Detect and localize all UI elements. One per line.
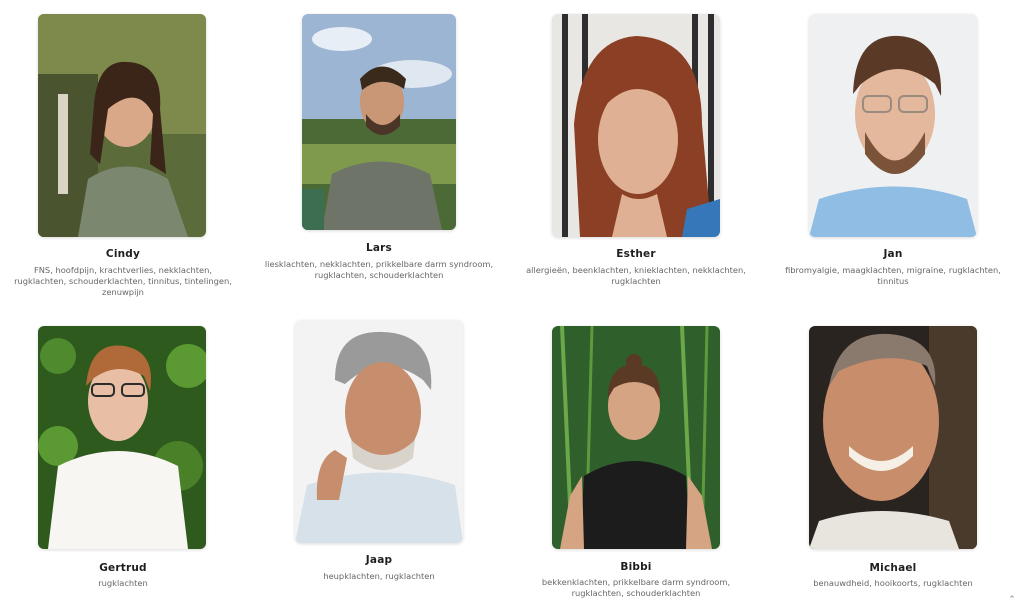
member-name: Bibbi	[620, 561, 652, 573]
portrait-photo[interactable]	[552, 326, 720, 549]
member-name: Gertrud	[99, 562, 147, 574]
portrait-photo[interactable]	[38, 326, 206, 549]
team-card-jaap[interactable]: Jaap heupklachten, rugklachten	[264, 320, 494, 596]
chevron-up-icon[interactable]: ⌃	[1006, 594, 1018, 606]
member-name: Esther	[616, 248, 656, 260]
member-complaints: liesklachten, nekklachten, prikkelbare d…	[264, 259, 494, 280]
member-name: Cindy	[105, 248, 141, 260]
portrait-photo[interactable]	[302, 14, 456, 230]
portrait-photo[interactable]	[552, 14, 720, 237]
team-card-gertrud[interactable]: Gertrud rugklachten	[8, 326, 238, 596]
team-card-bibbi[interactable]: Bibbi bekkenklachten, prikkelbare darm s…	[521, 326, 751, 606]
member-complaints: bekkenklachten, prikkelbare darm syndroo…	[541, 577, 731, 598]
portrait-photo[interactable]	[38, 14, 206, 237]
team-card-lars[interactable]: Lars liesklachten, nekklachten, prikkelb…	[264, 14, 494, 304]
team-card-cindy[interactable]: Cindy FNS, hoofdpijn, krachtverlies, nek…	[8, 14, 238, 304]
member-complaints: heupklachten, rugklachten	[323, 571, 435, 581]
member-complaints: fibromyalgie, maagklachten, migraine, ru…	[785, 265, 1001, 286]
portrait-photo[interactable]	[809, 14, 977, 237]
team-card-esther[interactable]: Esther allergieën, beenklachten, kniekla…	[521, 14, 751, 304]
member-name: Jan	[883, 248, 903, 260]
team-card-jan[interactable]: Jan fibromyalgie, maagklachten, migraine…	[778, 14, 1008, 304]
portrait-photo[interactable]	[809, 326, 977, 549]
member-complaints: allergieën, beenklachten, knieklachten, …	[526, 265, 746, 286]
team-card-michael[interactable]: Michael benauwdheid, hooikoorts, rugklac…	[778, 326, 1008, 596]
portrait-photo[interactable]	[295, 320, 463, 543]
member-name: Lars	[365, 242, 392, 254]
member-complaints: FNS, hoofdpijn, krachtverlies, nekklacht…	[14, 265, 232, 297]
member-name: Michael	[869, 562, 917, 574]
member-complaints: rugklachten	[98, 578, 148, 588]
member-name: Jaap	[365, 554, 393, 566]
member-complaints: benauwdheid, hooikoorts, rugklachten	[813, 578, 973, 588]
